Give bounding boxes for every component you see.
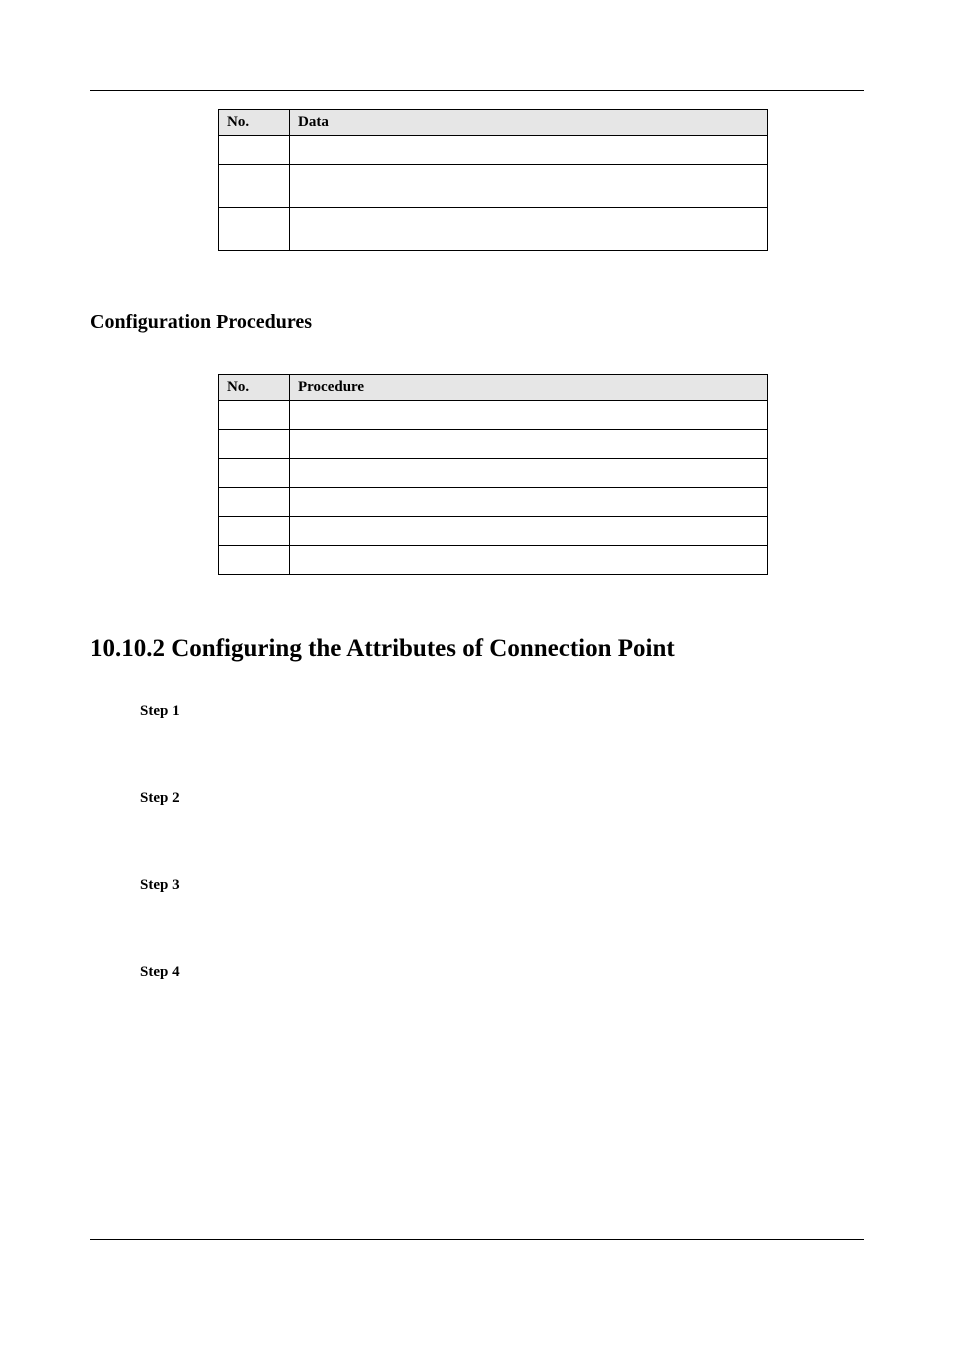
bottom-horizontal-rule bbox=[90, 1239, 864, 1240]
table-cell bbox=[219, 546, 290, 575]
table-row bbox=[219, 459, 768, 488]
table-header-row: No. Data bbox=[219, 110, 768, 136]
table-cell bbox=[219, 430, 290, 459]
table-cell bbox=[290, 136, 768, 165]
table-cell bbox=[290, 401, 768, 430]
table-cell bbox=[290, 517, 768, 546]
step-3-label: Step 3 bbox=[140, 877, 864, 894]
table-cell bbox=[219, 401, 290, 430]
steps-block: Step 1 Step 2 Step 3 Step 4 bbox=[140, 703, 864, 981]
table-row bbox=[219, 401, 768, 430]
heading-section-10-10-2: 10.10.2 Configuring the Attributes of Co… bbox=[90, 635, 864, 663]
table-cell bbox=[219, 136, 290, 165]
table-row bbox=[219, 488, 768, 517]
table-row bbox=[219, 430, 768, 459]
procedure-table: No. Procedure bbox=[218, 374, 768, 575]
table-cell bbox=[219, 208, 290, 251]
table-cell bbox=[219, 517, 290, 546]
table-header-no: No. bbox=[219, 110, 290, 136]
data-table: No. Data bbox=[218, 109, 768, 251]
table-cell bbox=[219, 488, 290, 517]
table-row bbox=[219, 165, 768, 208]
step-4-label: Step 4 bbox=[140, 964, 864, 981]
table-cell bbox=[290, 459, 768, 488]
table-cell bbox=[290, 488, 768, 517]
table-row bbox=[219, 546, 768, 575]
step-1-label: Step 1 bbox=[140, 703, 864, 720]
table-row bbox=[219, 208, 768, 251]
table-cell bbox=[219, 459, 290, 488]
table-header-data: Data bbox=[290, 110, 768, 136]
heading-configuration-procedures: Configuration Procedures bbox=[90, 311, 864, 334]
table-header-row: No. Procedure bbox=[219, 375, 768, 401]
table-row bbox=[219, 517, 768, 546]
table-cell bbox=[290, 165, 768, 208]
table-cell bbox=[219, 165, 290, 208]
table-row bbox=[219, 136, 768, 165]
table-cell bbox=[290, 430, 768, 459]
step-2-label: Step 2 bbox=[140, 790, 864, 807]
table-header-no: No. bbox=[219, 375, 290, 401]
table-cell bbox=[290, 208, 768, 251]
table-cell bbox=[290, 546, 768, 575]
top-horizontal-rule bbox=[90, 90, 864, 91]
table-header-procedure: Procedure bbox=[290, 375, 768, 401]
